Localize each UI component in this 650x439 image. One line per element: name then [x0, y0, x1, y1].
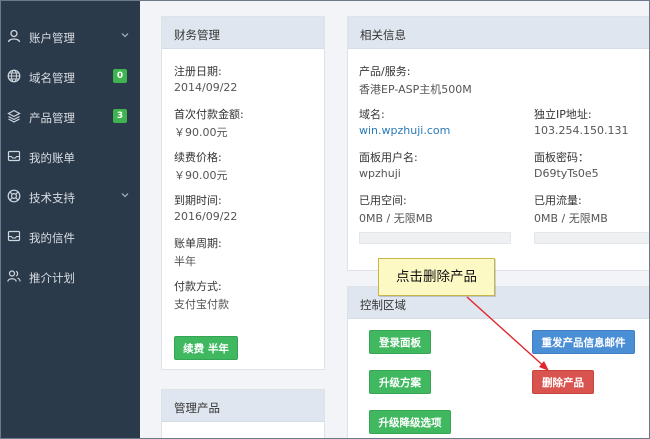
product-label: 产品/服务:	[359, 65, 411, 78]
sidebar-item-products[interactable]: 产品管理 3	[1, 102, 140, 132]
sidebar-item-label: 技术支持	[29, 191, 75, 205]
renew-button[interactable]: 续费 半年	[174, 336, 238, 360]
chevron-down-icon	[120, 190, 130, 200]
space-label: 已用空间:	[359, 194, 407, 207]
ip-value: 103.254.150.131	[534, 124, 629, 137]
panel-title: 相关信息	[360, 28, 406, 42]
panel-pass-label: 面板密码：	[534, 151, 589, 164]
main-content: 财务管理 注册日期: 2014/09/22 首次付款金额: ￥90.00元 续费…	[140, 1, 649, 438]
lifebuoy-icon	[7, 189, 21, 203]
traffic-usage-bar	[534, 232, 649, 244]
panel-title: 管理产品	[174, 401, 220, 415]
inbox-icon	[7, 149, 21, 163]
product-count-badge: 3	[113, 109, 127, 123]
upgrade-downgrade-options-button[interactable]: 升级降级选项	[369, 410, 451, 434]
manage-product-panel: 管理产品	[161, 389, 325, 438]
expire-label: 到期时间:	[174, 194, 222, 207]
traffic-label: 已用流量:	[534, 194, 582, 207]
layers-icon	[7, 109, 21, 123]
sidebar-item-label: 我的信件	[29, 231, 75, 245]
domain-label: 域名:	[359, 108, 385, 121]
globe-icon	[7, 69, 21, 83]
pay-method-label: 付款方式:	[174, 280, 222, 293]
expire-value: 2016/09/22	[174, 210, 238, 223]
panel-pass-value: D69tyTs0e5	[534, 167, 599, 180]
space-value: 0MB / 无限MB	[359, 212, 433, 225]
cycle-label: 账单周期:	[174, 237, 222, 250]
user-icon	[7, 29, 21, 43]
control-area-panel: 控制区域 登录面板 重发产品信息邮件 升级方案 删除产品 升级降级选项	[347, 286, 649, 438]
login-panel-button[interactable]: 登录面板	[369, 330, 431, 354]
related-info-panel: 相关信息 产品/服务: 香港EP-ASP主机500M 域名: win.wpzhu…	[347, 16, 649, 271]
panel-title: 控制区域	[360, 298, 406, 312]
sidebar-item-account[interactable]: 账户管理	[1, 22, 140, 52]
first-pay-label: 首次付款金额:	[174, 108, 244, 121]
ip-label: 独立IP地址:	[534, 108, 592, 121]
product-value: 香港EP-ASP主机500M	[359, 83, 472, 96]
sidebar-item-support[interactable]: 技术支持	[1, 182, 140, 212]
sidebar-item-bills[interactable]: 我的账单	[1, 142, 140, 172]
finance-panel: 财务管理 注册日期: 2014/09/22 首次付款金额: ￥90.00元 续费…	[161, 16, 325, 370]
delete-product-button[interactable]: 删除产品	[532, 370, 594, 394]
sidebar-item-label: 账户管理	[29, 31, 75, 45]
sidebar-item-referral[interactable]: 推介计划	[1, 262, 140, 292]
domain-count-badge: 0	[113, 69, 127, 83]
window-frame: 账户管理 域名管理 0 产品管理 3 我的账单 技术支持 我的信件 推介计划 财…	[0, 0, 650, 439]
renew-price-value: ￥90.00元	[174, 169, 228, 182]
reg-date-value: 2014/09/22	[174, 81, 238, 94]
sidebar: 账户管理 域名管理 0 产品管理 3 我的账单 技术支持 我的信件 推介计划	[1, 1, 140, 438]
first-pay-value: ￥90.00元	[174, 126, 228, 139]
space-usage-bar	[359, 232, 511, 244]
sidebar-item-label: 域名管理	[29, 71, 75, 85]
annotation-callout: 点击删除产品	[378, 258, 495, 296]
users-icon	[7, 269, 21, 283]
sidebar-item-label: 我的账单	[29, 151, 75, 165]
panel-title: 财务管理	[174, 28, 220, 42]
pay-method-value: 支付宝付款	[174, 298, 229, 311]
cycle-value: 半年	[174, 255, 196, 268]
chevron-down-icon	[120, 30, 130, 40]
domain-link[interactable]: win.wpzhuji.com	[359, 124, 450, 137]
panel-user-value: wpzhuji	[359, 167, 401, 180]
reg-date-label: 注册日期:	[174, 65, 222, 78]
panel-header: 管理产品	[162, 390, 324, 422]
panel-header: 相关信息	[348, 17, 649, 49]
panel-header: 财务管理	[162, 17, 324, 49]
resend-product-email-button[interactable]: 重发产品信息邮件	[532, 330, 635, 354]
sidebar-item-label: 推介计划	[29, 271, 75, 285]
panel-user-label: 面板用户名:	[359, 151, 418, 164]
renew-price-label: 续费价格:	[174, 151, 222, 164]
sidebar-item-domains[interactable]: 域名管理 0	[1, 62, 140, 92]
traffic-value: 0MB / 无限MB	[534, 212, 608, 225]
sidebar-item-mail[interactable]: 我的信件	[1, 222, 140, 252]
upgrade-plan-button[interactable]: 升级方案	[369, 370, 431, 394]
sidebar-item-label: 产品管理	[29, 111, 75, 125]
mail-icon	[7, 229, 21, 243]
